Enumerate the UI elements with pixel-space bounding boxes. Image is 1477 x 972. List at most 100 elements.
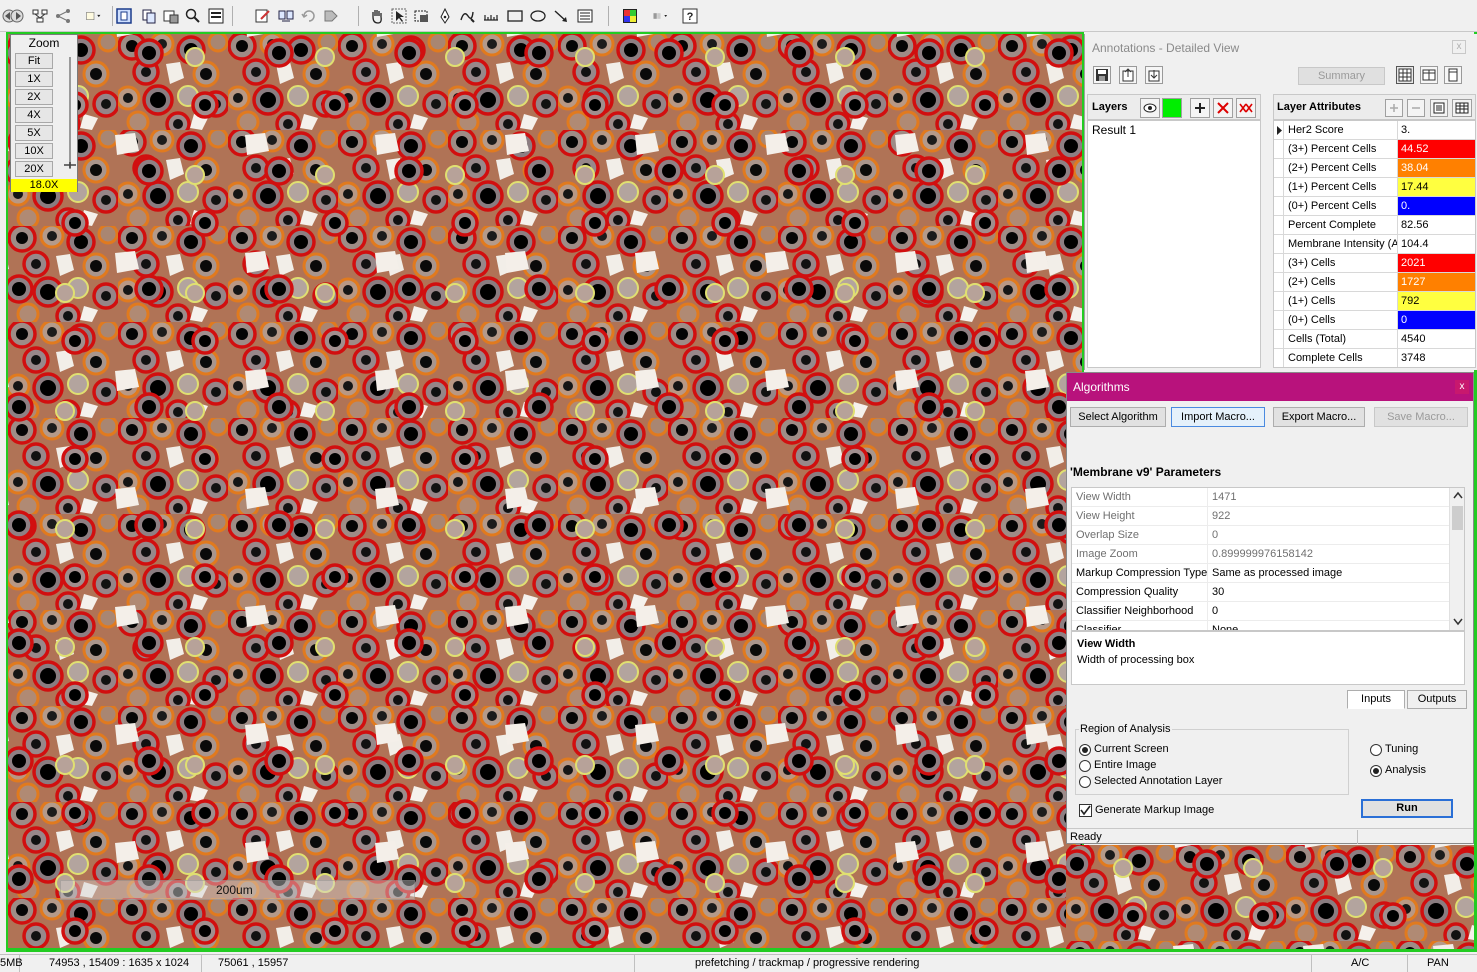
zoom-slider-thumb[interactable] <box>63 161 77 169</box>
color-palette-icon[interactable] <box>621 7 639 25</box>
row-selector[interactable] <box>1274 330 1284 349</box>
parameter-row[interactable]: Compression Quality 30 <box>1072 583 1449 602</box>
row-selector[interactable] <box>1274 216 1284 235</box>
attribute-row[interactable]: Membrane Intensity (A 104.4 <box>1274 235 1475 254</box>
row-selector[interactable] <box>1274 140 1284 159</box>
parameter-row[interactable]: View Width 1471 <box>1072 488 1449 507</box>
run-button[interactable]: Run <box>1361 799 1453 818</box>
attribute-row[interactable]: (0+) Percent Cells 0. <box>1274 197 1475 216</box>
zoom-5x-button[interactable]: 5X <box>15 125 53 141</box>
delete-layer-icon[interactable] <box>1213 98 1233 118</box>
radio-analysis[interactable] <box>1370 765 1382 777</box>
radio-selected-annotation-layer[interactable] <box>1079 776 1091 788</box>
zoom-4x-button[interactable]: 4X <box>15 107 53 123</box>
parameter-row[interactable]: Classifier Neighborhood 0 <box>1072 602 1449 621</box>
parameter-row[interactable]: Classifier None <box>1072 621 1449 630</box>
attribute-row[interactable]: (3+) Cells 2021 <box>1274 254 1475 273</box>
arrow-line-icon[interactable] <box>552 7 570 25</box>
algorithms-title-bar[interactable]: Algorithms x <box>1067 373 1473 401</box>
add-layer-icon[interactable] <box>1190 98 1210 118</box>
attribute-row[interactable]: Her2 Score 3. <box>1274 121 1475 140</box>
attribute-row[interactable]: (1+) Percent Cells 17.44 <box>1274 178 1475 197</box>
ellipse-icon[interactable] <box>529 7 547 25</box>
summary-button[interactable]: Summary <box>1298 67 1385 85</box>
export-macro-button[interactable]: Export Macro... <box>1273 407 1365 427</box>
image-capture-icon[interactable] <box>162 7 180 25</box>
eye-icon[interactable] <box>1140 98 1160 118</box>
attribute-row[interactable]: Complete Cells 3748 <box>1274 349 1475 367</box>
radio-entire-image-label[interactable]: Entire Image <box>1094 759 1156 771</box>
parameter-value[interactable]: 0.899999976158142 <box>1207 545 1449 564</box>
layers-icon[interactable] <box>140 7 158 25</box>
parameter-value[interactable]: 1471 <box>1207 488 1449 507</box>
attribute-row[interactable]: (0+) Cells 0 <box>1274 311 1475 330</box>
annotations-close-button[interactable]: x <box>1452 40 1466 54</box>
grid-view-icon[interactable] <box>1396 66 1414 84</box>
import-icon[interactable] <box>1145 66 1163 84</box>
radio-current-screen-label[interactable]: Current Screen <box>1094 743 1169 755</box>
split-view-icon[interactable] <box>1420 66 1438 84</box>
save-icon[interactable] <box>1093 66 1111 84</box>
parameter-row[interactable]: Markup Compression Type Same as processed… <box>1072 564 1449 583</box>
add-attribute-icon[interactable] <box>1385 99 1403 117</box>
parameter-value[interactable]: Same as processed image <box>1207 564 1449 583</box>
row-selector[interactable] <box>1274 254 1284 273</box>
attribute-row[interactable]: (1+) Cells 792 <box>1274 292 1475 311</box>
row-selector[interactable] <box>1274 197 1284 216</box>
panel-toggle-icon[interactable] <box>115 7 133 25</box>
rotate-icon[interactable] <box>300 7 318 25</box>
remove-attribute-icon[interactable] <box>1407 99 1425 117</box>
parameter-value[interactable]: 0 <box>1207 526 1449 545</box>
select-algorithm-button[interactable]: Select Algorithm <box>1070 407 1166 427</box>
tag-icon[interactable] <box>322 7 340 25</box>
row-selector[interactable] <box>1274 121 1284 140</box>
rectangle-icon[interactable] <box>506 7 524 25</box>
slide-view-icon[interactable] <box>207 7 225 25</box>
radio-tuning-label[interactable]: Tuning <box>1385 743 1418 755</box>
row-selector[interactable] <box>1274 159 1284 178</box>
scroll-up-icon[interactable] <box>1453 491 1463 499</box>
pan-hand-icon[interactable] <box>368 7 386 25</box>
radio-current-screen[interactable] <box>1079 744 1091 756</box>
zoom-2x-button[interactable]: 2X <box>15 89 53 105</box>
tab-inputs[interactable]: Inputs <box>1347 690 1405 709</box>
image-viewer[interactable] <box>6 32 1084 950</box>
notes-icon[interactable] <box>1430 99 1448 117</box>
adjust-dropdown[interactable] <box>644 7 678 25</box>
zoom-fit-button[interactable]: Fit <box>15 53 53 69</box>
delete-all-layers-icon[interactable] <box>1236 98 1256 118</box>
freehand-icon[interactable] <box>458 7 476 25</box>
magnifier-icon[interactable] <box>184 7 202 25</box>
tab-outputs[interactable]: Outputs <box>1407 690 1467 709</box>
help-icon[interactable]: ? <box>681 7 699 25</box>
algorithms-close-button[interactable]: x <box>1455 380 1469 394</box>
export-icon[interactable] <box>1119 66 1137 84</box>
select-arrow-icon[interactable] <box>390 7 408 25</box>
radio-selected-annotation-layer-label[interactable]: Selected Annotation Layer <box>1094 775 1222 787</box>
attribute-row[interactable]: (2+) Cells 1727 <box>1274 273 1475 292</box>
row-selector[interactable] <box>1274 178 1284 197</box>
attribute-row[interactable]: Percent Complete 82.56 <box>1274 216 1475 235</box>
generate-markup-label[interactable]: Generate Markup Image <box>1095 804 1214 816</box>
scroll-thumb[interactable] <box>1452 506 1463 530</box>
parameter-value[interactable]: 0 <box>1207 602 1449 621</box>
parameter-row[interactable]: Overlap Size 0 <box>1072 526 1449 545</box>
layer-item-result-1[interactable]: Result 1 <box>1092 123 1136 137</box>
attribute-row[interactable]: (3+) Percent Cells 44.52 <box>1274 140 1475 159</box>
row-selector[interactable] <box>1274 349 1284 367</box>
row-selector[interactable] <box>1274 273 1284 292</box>
radio-entire-image[interactable] <box>1079 760 1091 772</box>
zoom-1x-button[interactable]: 1X <box>15 71 53 87</box>
pen-icon[interactable] <box>436 7 454 25</box>
attribute-row[interactable]: Cells (Total) 4540 <box>1274 330 1475 349</box>
zoom-20x-button[interactable]: 20X <box>15 161 53 177</box>
generate-markup-checkbox[interactable] <box>1079 804 1092 817</box>
save-macro-button[interactable]: Save Macro... <box>1374 407 1468 427</box>
network-icon[interactable] <box>31 7 49 25</box>
import-macro-button[interactable]: Import Macro... <box>1171 407 1265 427</box>
layer-color-swatch[interactable] <box>1162 98 1182 118</box>
compare-icon[interactable] <box>277 7 295 25</box>
radio-tuning[interactable] <box>1370 744 1382 756</box>
parameter-value[interactable]: 30 <box>1207 583 1449 602</box>
scroll-down-icon[interactable] <box>1453 618 1463 626</box>
